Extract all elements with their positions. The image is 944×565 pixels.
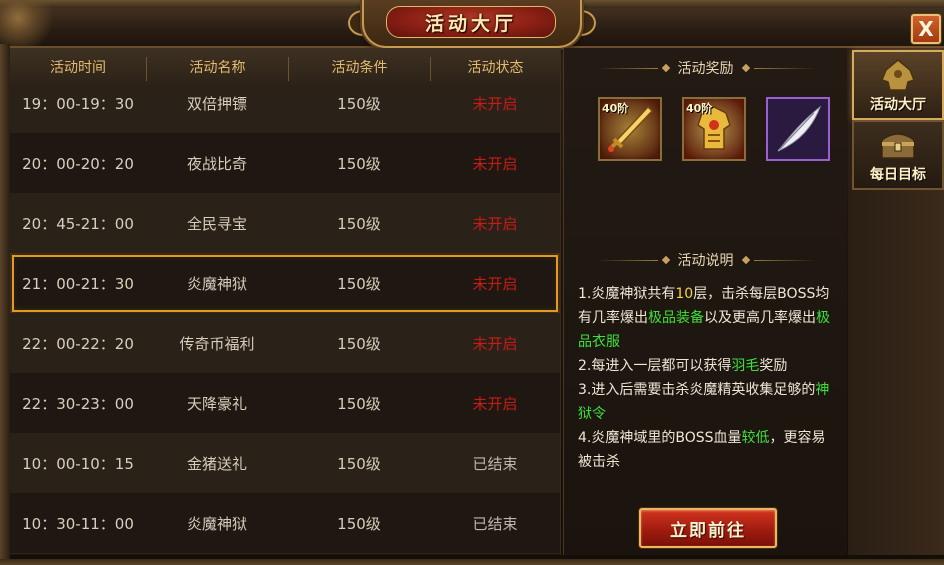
row-status: 已结束	[472, 454, 518, 473]
row-name: 天降豪礼	[186, 394, 247, 413]
table-row[interactable]: 19：00-19：30 双倍押镖 150级 未开启	[10, 90, 560, 134]
description-highlight: 极品装备	[648, 310, 704, 326]
diamond-ornament-icon	[661, 255, 670, 265]
close-button[interactable]: X	[911, 14, 941, 44]
reward-slot-sword[interactable]: 40阶	[598, 97, 662, 161]
header-name: 活动名称	[189, 60, 246, 76]
frame-bottom-border	[0, 559, 944, 565]
row-status: 已结束	[472, 514, 518, 533]
row-condition: 150级	[337, 394, 381, 413]
reward-slot-armor[interactable]: 40阶	[682, 97, 746, 161]
header-status: 活动状态	[467, 60, 524, 76]
close-icon: X	[918, 17, 934, 41]
table-row[interactable]: 20：00-20：20 夜战比奇 150级 未开启	[10, 133, 560, 194]
row-name: 炎魔神狱	[186, 274, 247, 293]
row-time: 22：00-22：20	[22, 334, 134, 353]
row-status: 未开启	[472, 394, 518, 413]
description-text: 以及更高几率爆出	[704, 310, 816, 326]
side-tabs: 活动大厅 每日目标	[848, 48, 944, 555]
description-text: 2.每进入一层都可以获得	[578, 358, 732, 374]
row-time: 20：00-20：20	[22, 154, 134, 173]
reward-slot-feather[interactable]	[766, 97, 830, 161]
description-highlight: 羽毛	[731, 358, 760, 374]
go-now-button[interactable]: 立即前往	[639, 508, 777, 548]
description-text: 奖励	[759, 358, 788, 374]
description-line: 3.进入后需要击杀炎魔精英收集足够的神狱令	[578, 378, 836, 426]
go-now-label: 立即前往	[670, 520, 746, 541]
title-plaque: 活动大厅	[362, 0, 582, 48]
activity-description: 1.炎魔神狱共有10层，击杀每层BOSS均有几率爆出极品装备以及更高几率爆出极品…	[578, 282, 836, 474]
diamond-ornament-icon	[741, 63, 750, 73]
reward-section-title: 活动奖励	[564, 53, 847, 83]
white-feather-icon	[768, 99, 828, 159]
row-condition: 150级	[337, 454, 381, 473]
description-text: 3.进入后需要击杀炎魔精英收集足够的	[578, 382, 816, 398]
description-line: 4.炎魔神域里的BOSS血量较低，更容易被击杀	[578, 426, 836, 474]
table-row[interactable]: 10：30-11：00 炎魔神狱 150级 已结束	[10, 493, 560, 554]
diamond-ornament-icon	[741, 255, 750, 265]
row-status: 未开启	[472, 274, 518, 293]
title-divider-right	[753, 67, 816, 69]
activity-list-panel: 活动时间 活动名称 活动条件 活动状态 19：00-19：30 双倍押镖 150级未…	[10, 48, 561, 555]
title-divider-left	[595, 67, 658, 69]
description-text: 1.炎魔神狱共有	[578, 286, 676, 302]
window-frame: 活动大厅 X 活动时间 活动名称 活动条件 活动状态 19：00-19：30 双倍…	[0, 0, 944, 565]
frame-left-border	[0, 44, 10, 565]
title-divider-right	[753, 259, 816, 261]
tab-daily-goals[interactable]: 每日目标	[852, 120, 944, 190]
description-title: 活动说明	[677, 253, 734, 269]
row-time: 21：00-21：30	[22, 274, 134, 293]
dragon-ornament-left-icon	[0, 0, 60, 46]
title-badge: 活动大厅	[386, 6, 556, 38]
row-condition: 150级	[337, 94, 381, 113]
row-status: 未开启	[472, 154, 518, 173]
row-name: 夜战比奇	[186, 154, 247, 173]
description-highlight: 较低	[741, 430, 770, 446]
row-condition: 150级	[337, 274, 381, 293]
row-time: 19：00-19：30	[22, 94, 134, 113]
row-time: 10：00-10：15	[22, 454, 134, 473]
armor-helmet-icon	[881, 59, 915, 91]
table-row[interactable]: 22：30-23：00 天降豪礼 150级 未开启	[10, 373, 560, 434]
row-condition: 150级	[337, 334, 381, 353]
row-status: 未开启	[472, 94, 518, 113]
table-row[interactable]: 10：00-10：15 金猪送礼 150级 已结束	[10, 433, 560, 494]
row-condition: 150级	[337, 514, 381, 533]
row-status: 未开启	[472, 334, 518, 353]
row-name: 传奇币福利	[179, 334, 255, 353]
row-time: 10：30-11：00	[22, 514, 134, 533]
reward-title: 活动奖励	[677, 61, 734, 77]
row-name: 金猪送礼	[186, 454, 247, 473]
activity-detail-panel: 活动奖励 40阶 40阶 活动说明 1.炎魔神狱共有10层，击杀每层BOSS均有…	[563, 48, 847, 555]
description-text: 4.炎魔神域里的BOSS血量	[578, 430, 742, 446]
table-header: 活动时间 活动名称 活动条件 活动状态	[10, 48, 560, 91]
row-status: 未开启	[472, 214, 518, 233]
header-condition: 活动条件	[331, 60, 388, 76]
window-title: 活动大厅	[424, 12, 517, 35]
table-row[interactable]: 21：00-21：30 炎魔神狱 150级 未开启	[10, 253, 560, 314]
description-section-title: 活动说明	[564, 245, 847, 275]
treasure-chest-icon	[881, 133, 915, 159]
tab-label: 每日目标	[870, 167, 926, 183]
description-line: 1.炎魔神狱共有10层，击杀每层BOSS均有几率爆出极品装备以及更高几率爆出极品…	[578, 282, 836, 354]
title-divider-left	[595, 259, 658, 261]
reward-badge: 40阶	[602, 102, 629, 115]
reward-badge: 40阶	[686, 102, 713, 115]
row-name: 全民寻宝	[186, 214, 247, 233]
table-row[interactable]: 22：00-22：20 传奇币福利 150级 未开启	[10, 313, 560, 374]
row-name: 双倍押镖	[186, 94, 247, 113]
description-line: 2.每进入一层都可以获得羽毛奖励	[578, 354, 836, 378]
row-time: 20：45-21：00	[22, 214, 134, 233]
row-time: 22：30-23：00	[22, 394, 134, 413]
row-name: 炎魔神狱	[186, 514, 247, 533]
row-condition: 150级	[337, 154, 381, 173]
diamond-ornament-icon	[661, 63, 670, 73]
description-highlight: 10	[675, 286, 694, 302]
activity-list[interactable]: 19：00-19：30 双倍押镖 150级 未开启 20：00-20：20 夜战比奇 150…	[10, 90, 560, 555]
header-time: 活动时间	[50, 60, 106, 76]
row-condition: 150级	[337, 214, 381, 233]
table-row[interactable]: 20：45-21：00 全民寻宝 150级 未开启	[10, 193, 560, 254]
tab-label: 活动大厅	[870, 97, 926, 113]
tab-activity-hall[interactable]: 活动大厅	[852, 50, 944, 120]
